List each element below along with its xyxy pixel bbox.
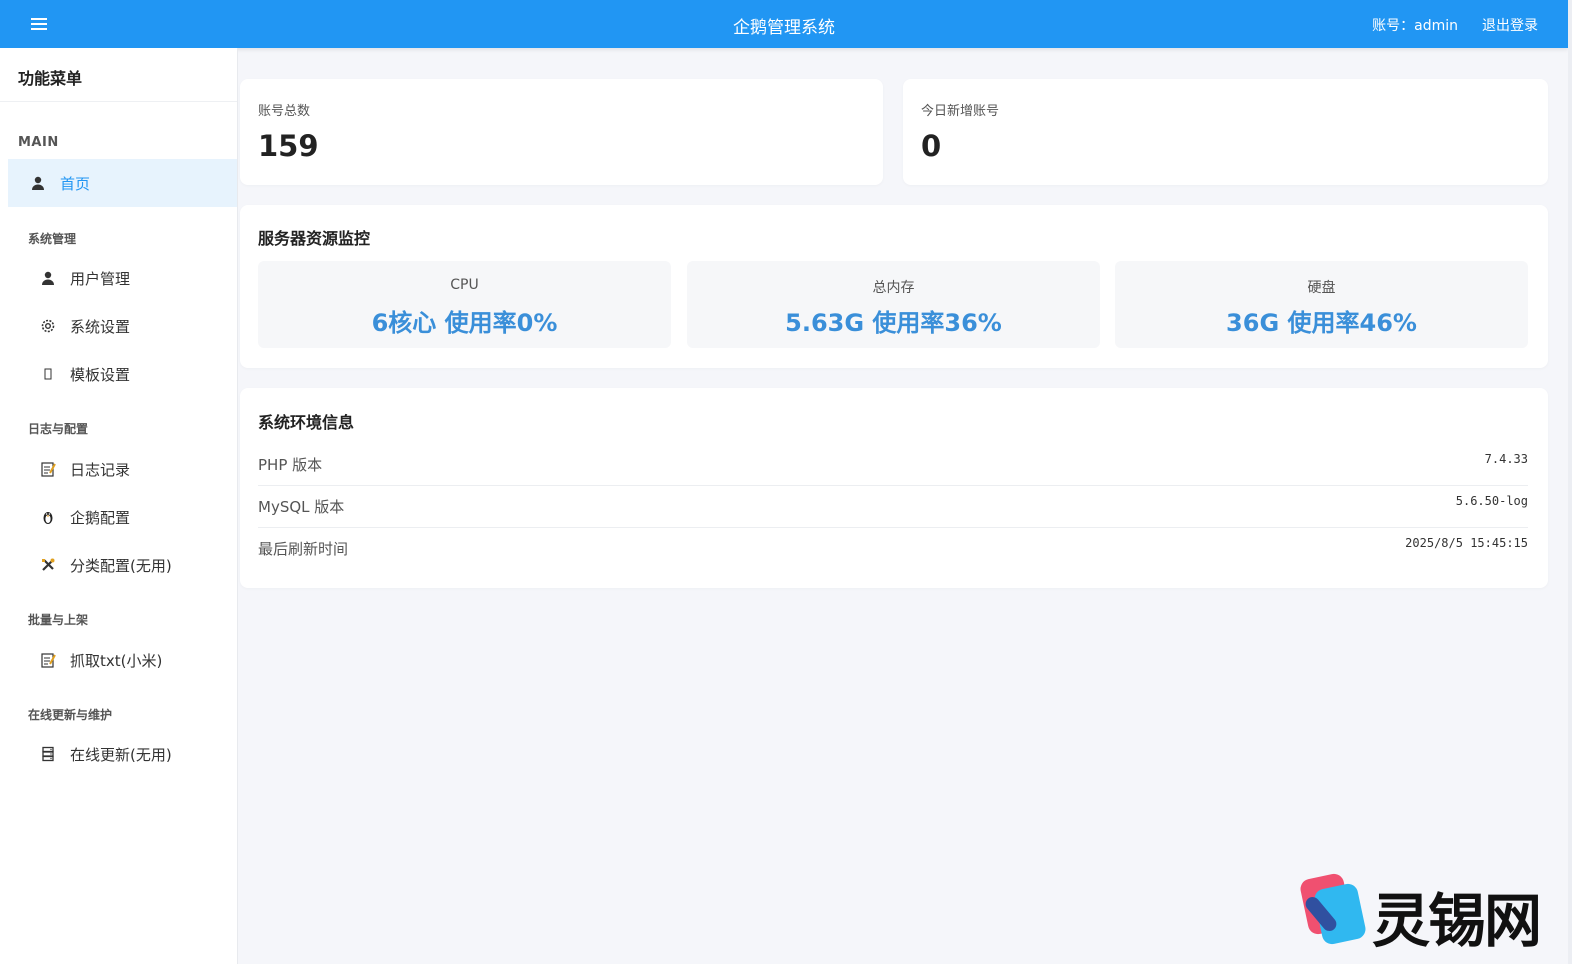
group-label-update: 在线更新与维护 (28, 708, 113, 722)
sidebar-item-templates[interactable]: 模板设置 (8, 350, 237, 398)
memory-box: 总内存 5.63G 使用率36% (687, 261, 1100, 348)
env-value: 7.4.33 (1484, 452, 1528, 466)
res-value: 36G 使用率46% (1226, 309, 1417, 337)
sidebar: 功能菜单 MAIN 首页 系统管理 用户管理 系统设置 模板设置 日志与配置 日… (0, 48, 238, 964)
res-label: 总内存 (872, 280, 915, 296)
resource-monitor-card: 服务器资源监控 CPU 6核心 使用率0% 总内存 5.63G 使用率36% 硬… (240, 205, 1548, 368)
sidebar-item-penguin-config[interactable]: 企鹅配置 (8, 493, 237, 541)
sidebar-item-label: 分类配置(无用) (70, 556, 172, 575)
sidebar-item-label: 企鹅配置 (70, 508, 131, 527)
stat-card-new-today: 今日新增账号 0 (903, 79, 1548, 185)
sidebar-item-label: 模板设置 (70, 365, 131, 384)
user-icon (40, 270, 56, 286)
stat-value: 0 (921, 129, 942, 163)
group-label-system: 系统管理 (28, 232, 77, 246)
env-row: 最后刷新时间 2025/8/5 15:45:15 (258, 528, 1528, 570)
sidebar-item-label: 日志记录 (70, 460, 131, 479)
top-bar: 企鹅管理系统 账号：admin 退出登录 (0, 0, 1568, 48)
memo-icon (40, 652, 56, 668)
stat-card-total-accounts: 账号总数 159 (240, 79, 883, 185)
sidebar-item-fetch-txt[interactable]: 抓取txt(小米) (8, 636, 237, 684)
sidebar-item-label: 抓取txt(小米) (70, 651, 163, 670)
env-key: 最后刷新时间 (258, 540, 349, 558)
env-row: MySQL 版本 5.6.50-log (258, 486, 1528, 528)
section-title: 系统环境信息 (258, 413, 355, 432)
disk-box: 硬盘 36G 使用率46% (1115, 261, 1528, 348)
scrollbar-track (1568, 0, 1572, 964)
group-label-batch: 批量与上架 (28, 613, 89, 627)
cpu-box: CPU 6核心 使用率0% (258, 261, 671, 348)
watermark-logo: 灵锡网 (1300, 870, 1556, 955)
sidebar-item-home[interactable]: 首页 (8, 159, 237, 207)
res-value: 5.63G 使用率36% (785, 309, 1002, 337)
stat-label: 账号总数 (258, 104, 311, 119)
env-key: PHP 版本 (258, 456, 323, 474)
sidebar-item-label: 在线更新(无用) (70, 745, 172, 764)
template-icon (40, 366, 56, 382)
sidebar-item-settings[interactable]: 系统设置 (8, 302, 237, 350)
logout-link[interactable]: 退出登录 (1482, 15, 1538, 35)
group-label-logs: 日志与配置 (28, 422, 89, 436)
section-label-main: MAIN (18, 135, 59, 150)
environment-card: 系统环境信息 PHP 版本 7.4.33 MySQL 版本 5.6.50-log… (240, 388, 1548, 588)
watermark-logo-icon (1300, 873, 1366, 945)
sidebar-title: 功能菜单 (0, 48, 237, 102)
account-label: 账号：admin (1372, 18, 1458, 34)
section-title: 服务器资源监控 (258, 229, 371, 248)
sidebar-item-users[interactable]: 用户管理 (8, 254, 237, 302)
gear-icon (40, 318, 56, 334)
memo-icon (40, 461, 56, 477)
stat-value: 159 (258, 129, 319, 163)
watermark-text: 灵锡网 (1372, 887, 1542, 955)
env-key: MySQL 版本 (258, 498, 345, 516)
sidebar-item-label: 首页 (60, 174, 91, 193)
server-icon (40, 746, 56, 762)
env-value: 5.6.50-log (1455, 494, 1528, 508)
res-label: CPU (450, 277, 479, 293)
res-label: 硬盘 (1307, 280, 1336, 296)
sidebar-item-label: 系统设置 (70, 317, 131, 336)
res-value: 6核心 使用率0% (371, 309, 558, 337)
env-value: 2025/8/5 15:45:15 (1405, 536, 1528, 550)
sidebar-item-label: 用户管理 (70, 269, 131, 288)
stat-label: 今日新增账号 (921, 104, 1000, 119)
sidebar-item-logs[interactable]: 日志记录 (8, 445, 237, 493)
penguin-icon (40, 509, 56, 525)
env-row: PHP 版本 7.4.33 (258, 444, 1528, 486)
tools-icon (40, 557, 56, 573)
user-icon (30, 175, 46, 191)
sidebar-item-online-update[interactable]: 在线更新(无用) (8, 730, 237, 778)
sidebar-item-category-config[interactable]: 分类配置(无用) (8, 541, 237, 589)
app-title: 企鹅管理系统 (733, 18, 835, 38)
